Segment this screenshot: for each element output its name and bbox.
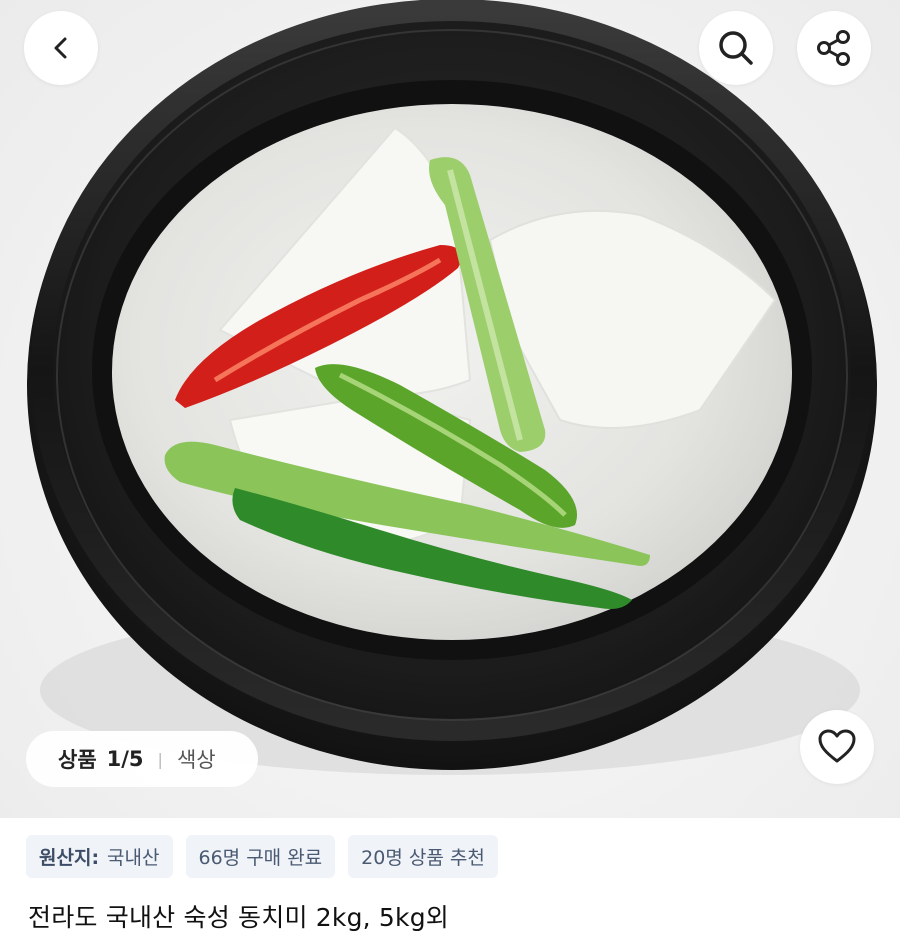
- purchase-count: 66명 구매 완료: [198, 847, 323, 869]
- purchase-count-tag: 66명 구매 완료: [185, 835, 336, 878]
- origin-tag: 원산지: 국내산: [26, 835, 173, 878]
- share-icon: [817, 30, 850, 66]
- gallery-label: 상품: [58, 748, 97, 772]
- color-option-link[interactable]: 색상: [177, 744, 216, 774]
- origin-key: 원산지:: [39, 847, 100, 869]
- recommend-count-tag: 20명 상품 추천: [348, 835, 498, 878]
- origin-value: 국내산: [107, 847, 160, 869]
- divider: |: [157, 749, 163, 769]
- gallery-index: 1/5: [106, 747, 144, 771]
- share-button[interactable]: [797, 11, 871, 85]
- search-icon: [719, 31, 753, 65]
- chevron-left-icon: [54, 37, 67, 59]
- product-title: 전라도 국내산 숙성 동치미 2kg, 5kg외: [28, 903, 449, 931]
- back-button[interactable]: [24, 11, 98, 85]
- search-button[interactable]: [699, 11, 773, 85]
- heart-outline-icon: [818, 729, 856, 763]
- product-image-gallery[interactable]: 상품 1/5 | 색상: [0, 0, 900, 818]
- product-tags: 원산지: 국내산 66명 구매 완료 20명 상품 추천: [26, 835, 498, 878]
- like-button[interactable]: [800, 710, 874, 784]
- product-photo: [27, 0, 877, 775]
- gallery-counter: 상품 1/5 | 색상: [26, 731, 258, 787]
- recommend-count: 20명 상품 추천: [361, 847, 485, 869]
